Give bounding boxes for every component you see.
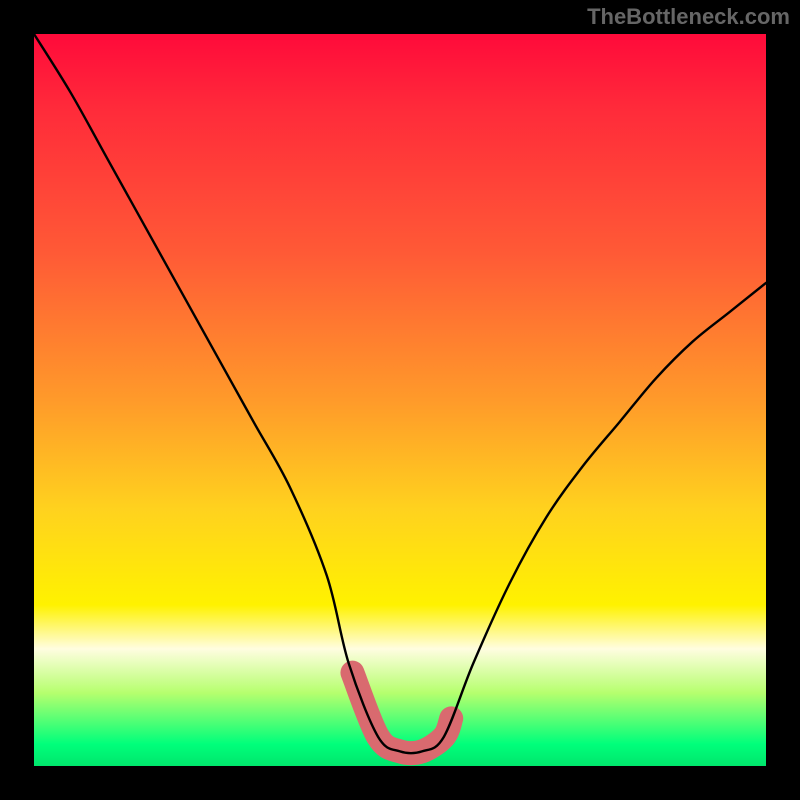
chart-frame: TheBottleneck.com <box>0 0 800 800</box>
bottleneck-curve <box>34 34 766 753</box>
watermark-text: TheBottleneck.com <box>587 4 790 30</box>
chart-overlay <box>34 34 766 766</box>
